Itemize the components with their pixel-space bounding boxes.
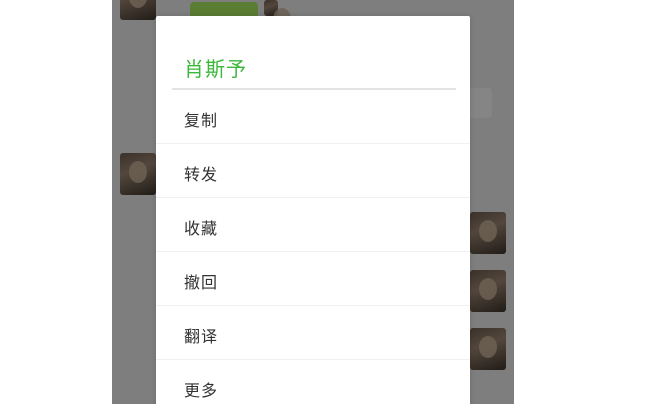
menu-item-label: 更多 bbox=[184, 381, 219, 400]
page: 肖斯予 复制 转发 收藏 撤回 翻译 更多 bbox=[0, 0, 662, 404]
message-context-menu: 肖斯予 复制 转发 收藏 撤回 翻译 更多 bbox=[156, 16, 470, 404]
menu-item-label: 复制 bbox=[184, 111, 219, 130]
menu-item-favorite[interactable]: 收藏 bbox=[156, 198, 470, 252]
menu-item-label: 转发 bbox=[184, 165, 219, 184]
menu-item-copy[interactable]: 复制 bbox=[156, 90, 470, 144]
menu-item-label: 撤回 bbox=[184, 273, 219, 292]
menu-item-label: 翻译 bbox=[184, 327, 219, 346]
menu-item-more[interactable]: 更多 bbox=[156, 360, 470, 404]
menu-list: 复制 转发 收藏 撤回 翻译 更多 bbox=[156, 90, 470, 404]
menu-item-label: 收藏 bbox=[184, 219, 219, 238]
menu-item-forward[interactable]: 转发 bbox=[156, 144, 470, 198]
menu-item-translate[interactable]: 翻译 bbox=[156, 306, 470, 360]
dialog-title: 肖斯予 bbox=[184, 57, 247, 81]
menu-item-recall[interactable]: 撤回 bbox=[156, 252, 470, 306]
